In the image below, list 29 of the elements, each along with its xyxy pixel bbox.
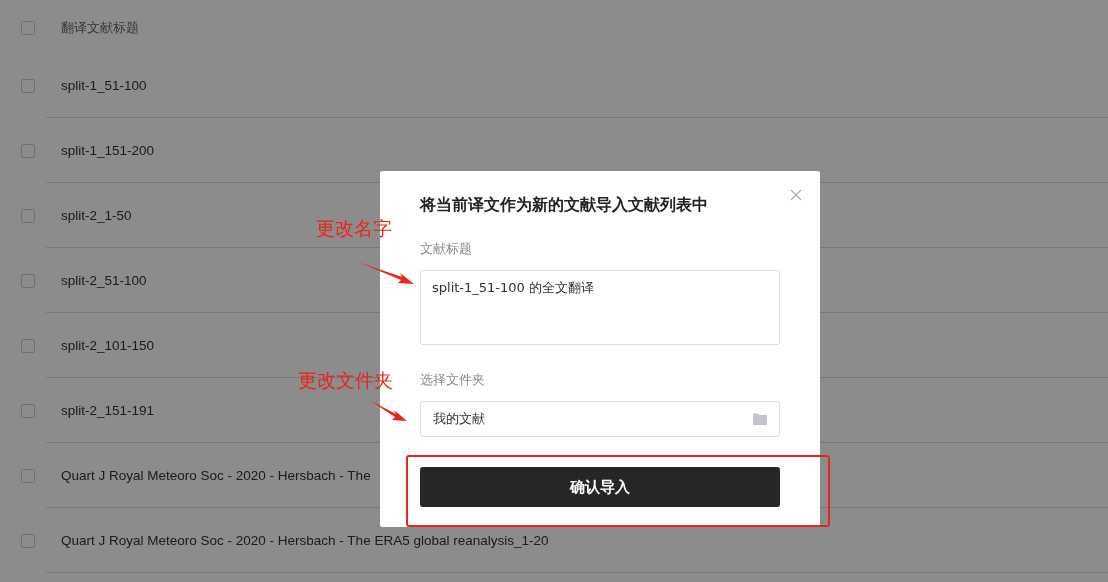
field-label: 选择文件夹 bbox=[420, 371, 486, 389]
checkbox[interactable] bbox=[21, 533, 35, 548]
checkbox[interactable] bbox=[21, 208, 35, 223]
document-title[interactable]: split-1_151-200 bbox=[61, 143, 155, 158]
field-label: 文献标题 bbox=[420, 240, 473, 258]
folder-icon bbox=[753, 413, 767, 425]
confirm-button[interactable]: 确认导入 bbox=[420, 467, 780, 507]
arrow-icon bbox=[369, 399, 407, 423]
dialog-title: 将当前译文作为新的文献导入文献列表中 bbox=[420, 195, 709, 215]
close-icon[interactable] bbox=[790, 189, 802, 201]
document-title[interactable]: split-2_1-50 bbox=[61, 208, 132, 223]
checkbox[interactable] bbox=[21, 468, 35, 483]
document-title[interactable]: split-1_51-100 bbox=[61, 78, 147, 93]
title-input[interactable]: split-1_51-100 的全文翻译 bbox=[420, 270, 780, 345]
document-title[interactable]: split-2_101-150 bbox=[61, 338, 155, 353]
checkbox[interactable] bbox=[21, 403, 35, 418]
annotation-text: 更改名字 bbox=[316, 217, 392, 241]
document-title[interactable]: split-2_51-100 bbox=[61, 273, 147, 288]
annotation-text: 更改文件夹 bbox=[298, 369, 393, 393]
document-title[interactable]: Quart J Royal Meteoro Soc - 2020 - Hersbach - The bbox=[61, 468, 371, 483]
column-header: 翻译文献标题 bbox=[61, 19, 139, 37]
document-title[interactable]: Quart J Royal Meteoro Soc - 2020 - Hersbach - The ERA5 global reanalysis_1-20 bbox=[61, 533, 549, 548]
document-title[interactable]: split-2_151-191 bbox=[61, 403, 155, 418]
checkbox[interactable] bbox=[21, 338, 35, 353]
checkbox[interactable] bbox=[21, 78, 35, 93]
checkbox[interactable] bbox=[21, 273, 35, 288]
checkbox[interactable] bbox=[21, 143, 35, 158]
checkbox[interactable] bbox=[21, 21, 35, 35]
folder-select[interactable]: 我的文献 bbox=[420, 401, 780, 437]
